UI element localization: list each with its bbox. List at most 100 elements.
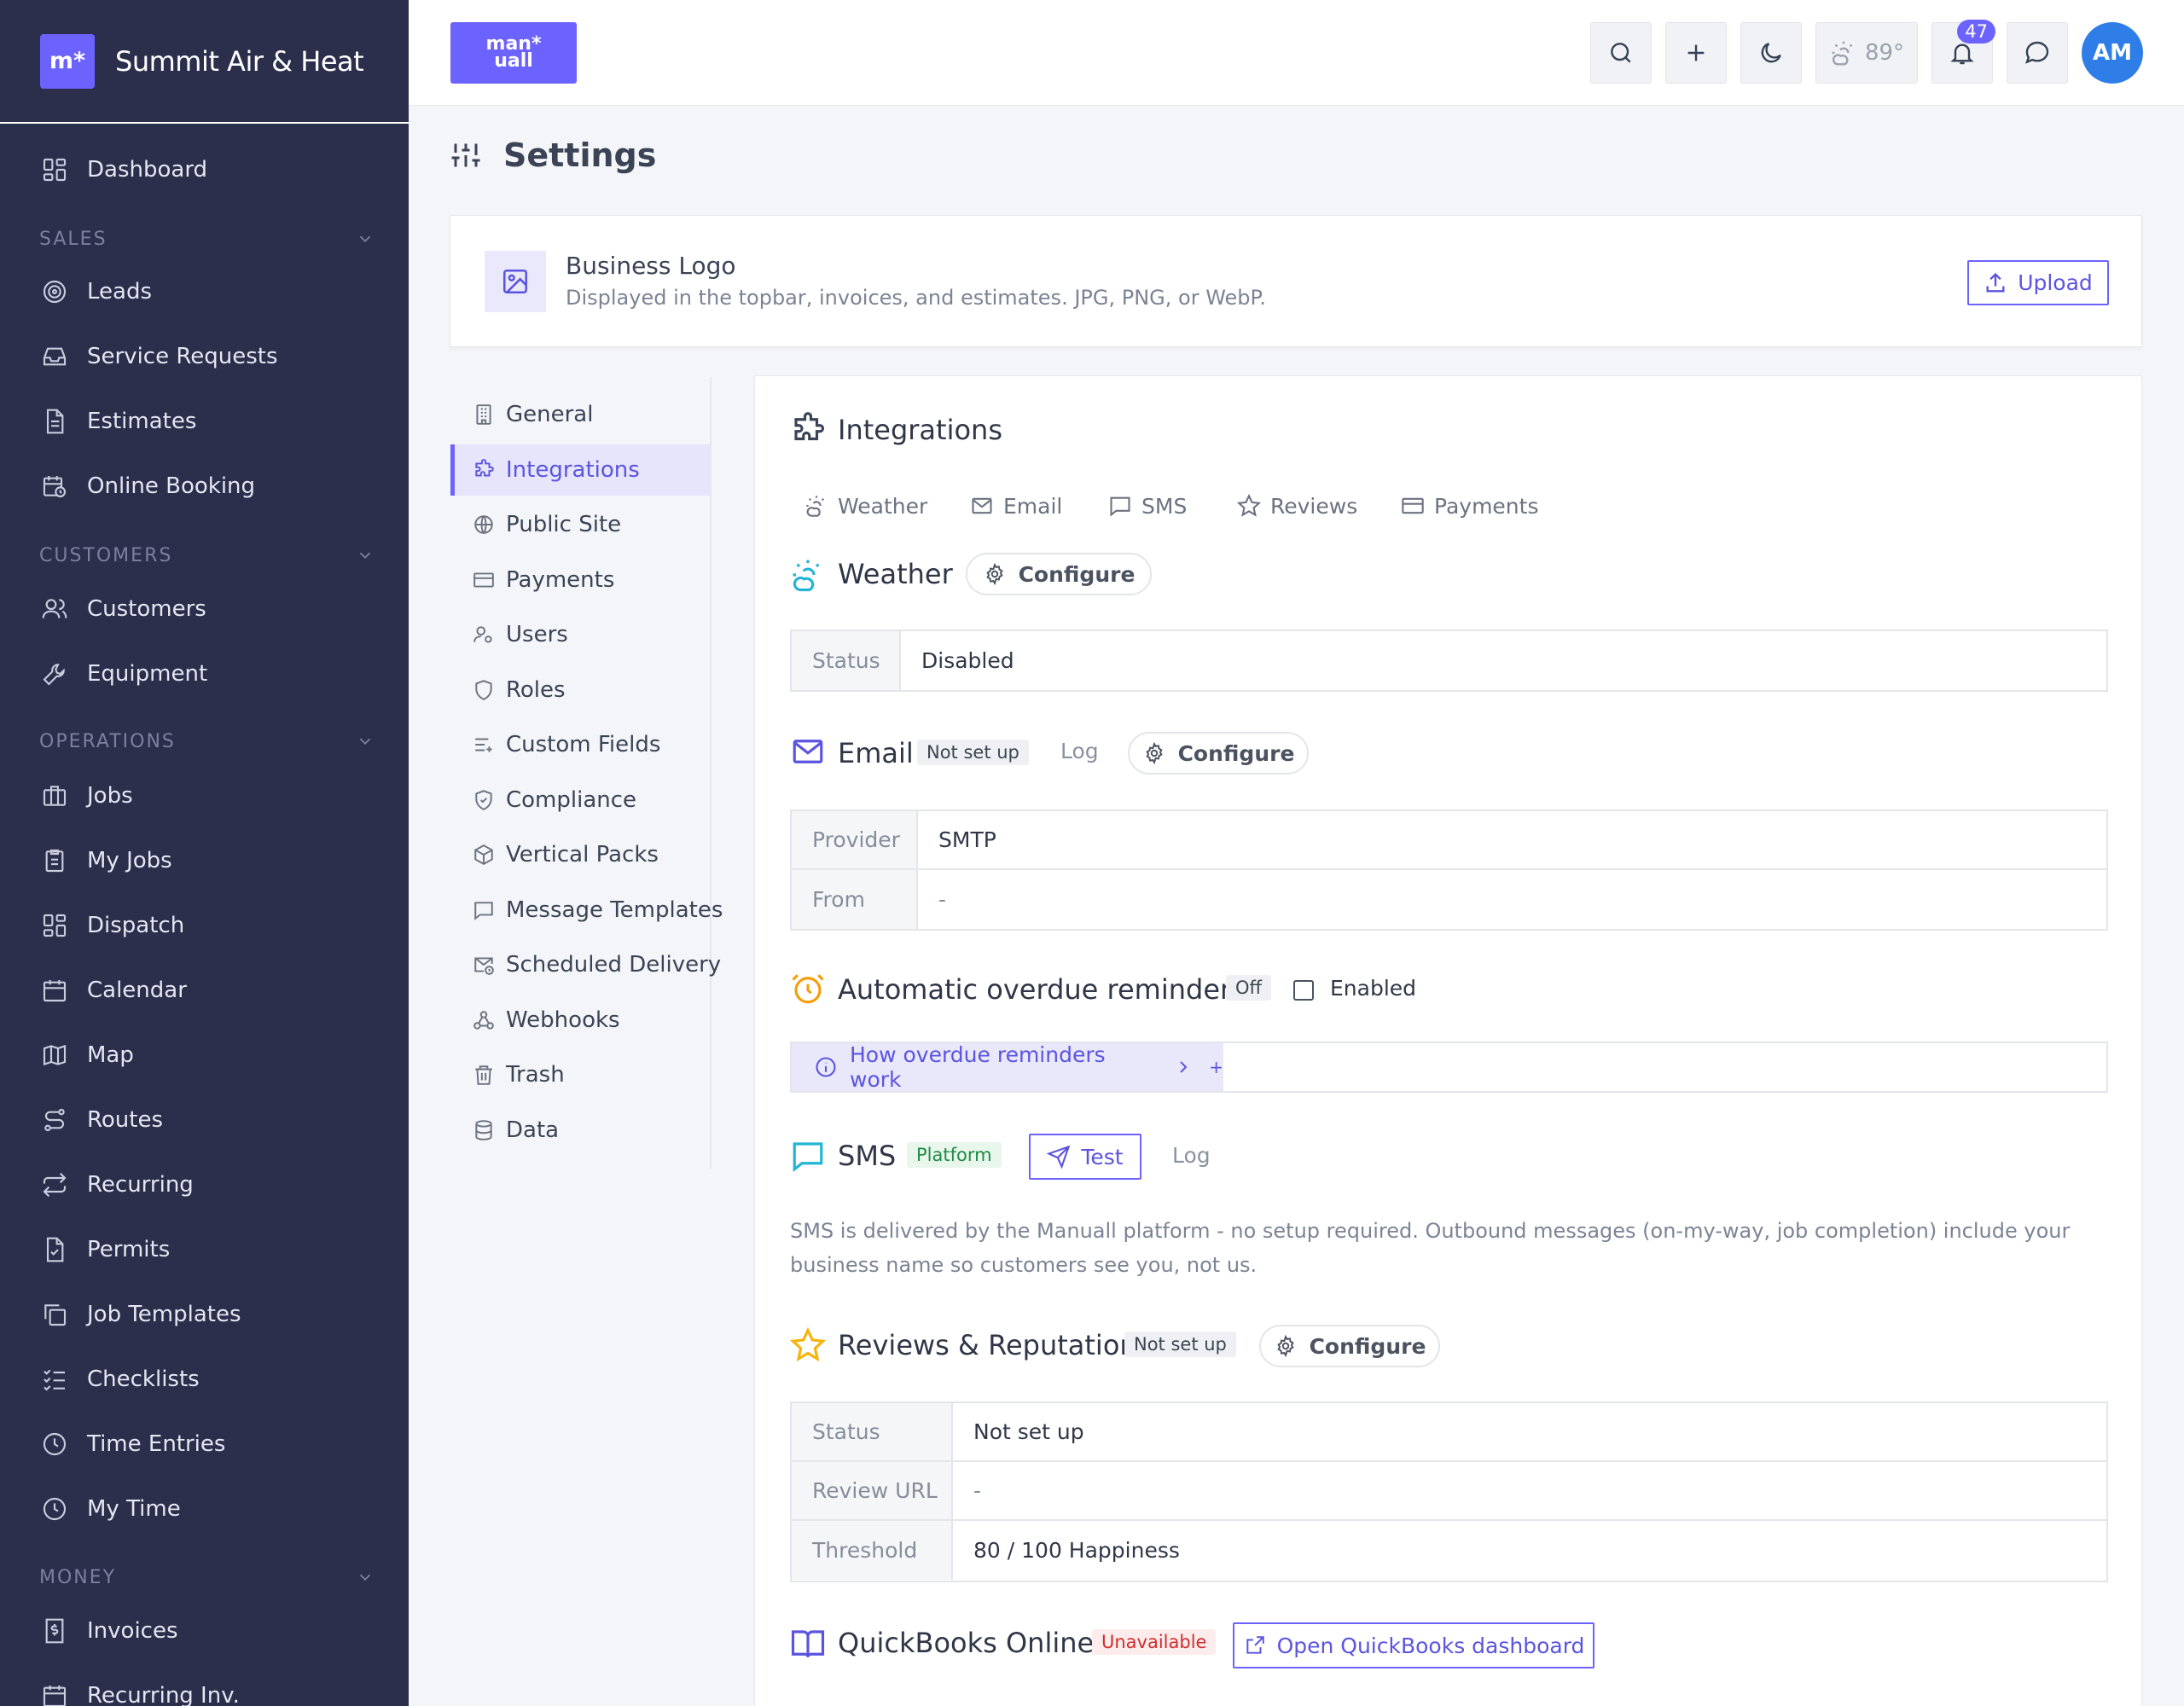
enabled-checkbox[interactable] <box>1293 980 1314 1001</box>
settings-nav-webhooks[interactable]: Webhooks <box>450 995 712 1046</box>
sidebar-item-job-templates[interactable]: Job Templates <box>0 1289 409 1340</box>
sidebar-item-leads[interactable]: Leads <box>0 266 409 317</box>
how-reminders-work-link[interactable]: How overdue reminders work + <box>792 1042 1223 1092</box>
sidebar-section-money[interactable]: MONEY <box>0 1560 409 1594</box>
provider-key: Provider <box>792 811 918 868</box>
settings-nav-users[interactable]: Users <box>450 609 712 660</box>
weather-button[interactable]: 89° <box>1815 22 1918 84</box>
sidebar-section-sales[interactable]: SALES <box>0 222 409 256</box>
tab-email[interactable]: Email <box>969 489 1062 523</box>
sms-test-button[interactable]: Test <box>1029 1134 1141 1180</box>
from-value: - <box>938 887 947 912</box>
sidebar: m* Summit Air & Heat Dashboard SALES Lea… <box>0 0 409 1706</box>
open-quickbooks-button[interactable]: Open QuickBooks dashboard <box>1233 1622 1594 1668</box>
sidebar-item-service-requests[interactable]: Service Requests <box>0 331 409 382</box>
settings-nav-data[interactable]: Data <box>450 1105 712 1156</box>
sidebar-item-routes[interactable]: Routes <box>0 1094 409 1146</box>
map-icon <box>39 1040 70 1071</box>
status-badge: Off <box>1226 975 1271 1001</box>
sidebar-item-permits[interactable]: Permits <box>0 1224 409 1275</box>
table-row: Status Not set up <box>792 1403 2106 1462</box>
user-cog-icon <box>472 623 496 647</box>
settings-nav-label: Data <box>506 1117 560 1143</box>
settings-nav-scheduled-delivery[interactable]: Scheduled Delivery <box>450 939 721 990</box>
sidebar-item-recurring[interactable]: Recurring <box>0 1159 409 1210</box>
search-button[interactable] <box>1590 22 1652 84</box>
reviews-title: Reviews & Reputation <box>838 1329 1137 1361</box>
weather-configure-button[interactable]: Configure <box>966 553 1152 595</box>
sidebar-item-recurring-invoices[interactable]: Recurring Inv. <box>0 1670 409 1706</box>
dark-mode-button[interactable] <box>1740 22 1802 84</box>
product-mark[interactable]: man* uall <box>450 22 577 84</box>
sidebar-item-my-time[interactable]: My Time <box>0 1483 409 1535</box>
upload-button[interactable]: Upload <box>1967 260 2109 305</box>
sidebar-item-label: My Time <box>87 1496 181 1522</box>
sidebar-item-label: Recurring Inv. <box>87 1683 240 1706</box>
email-title: Email <box>838 737 914 769</box>
email-log-link[interactable]: Log <box>1060 739 1099 763</box>
sidebar-item-my-jobs[interactable]: My Jobs <box>0 835 409 886</box>
table-row: Provider SMTP <box>792 811 2106 870</box>
sidebar-item-invoices[interactable]: Invoices <box>0 1605 409 1657</box>
sidebar-section-customers[interactable]: CUSTOMERS <box>0 538 409 572</box>
sidebar-item-calendar[interactable]: Calendar <box>0 965 409 1016</box>
puzzle-icon <box>472 458 496 482</box>
table-row: Status Disabled <box>792 631 2106 690</box>
reviews-configure-button[interactable]: Configure <box>1259 1325 1440 1367</box>
settings-nav-payments[interactable]: Payments <box>450 554 712 606</box>
avatar[interactable]: AM <box>2082 22 2143 84</box>
tab-sms[interactable]: SMS <box>1107 489 1187 523</box>
settings-nav-integrations[interactable]: Integrations <box>450 444 712 496</box>
settings-nav-roles[interactable]: Roles <box>450 664 712 716</box>
tab-weather[interactable]: Weather <box>804 489 927 523</box>
section-label: CUSTOMERS <box>39 544 173 566</box>
reminders-info-bar: How overdue reminders work + <box>790 1042 2108 1093</box>
settings-nav-label: Roles <box>506 677 566 703</box>
page-title: Settings <box>503 136 657 174</box>
settings-nav-compliance[interactable]: Compliance <box>450 775 712 826</box>
sidebar-item-time-entries[interactable]: Time Entries <box>0 1419 409 1470</box>
sidebar-item-map[interactable]: Map <box>0 1030 409 1081</box>
sms-log-link[interactable]: Log <box>1172 1143 1211 1168</box>
brand[interactable]: m* Summit Air & Heat <box>0 0 409 124</box>
sidebar-item-label: Calendar <box>87 978 187 1003</box>
sidebar-item-label: Map <box>87 1042 134 1068</box>
settings-nav-message-templates[interactable]: Message Templates <box>450 885 723 936</box>
sun-cloud-icon <box>790 557 826 593</box>
settings-nav-general[interactable]: General <box>450 389 712 440</box>
settings-nav-vertical-packs[interactable]: Vertical Packs <box>450 829 712 880</box>
sidebar-item-dispatch[interactable]: Dispatch <box>0 900 409 951</box>
notifications-button[interactable]: 47 <box>1931 20 1995 84</box>
sidebar-item-customers[interactable]: Customers <box>0 583 409 635</box>
book-icon <box>790 1626 826 1662</box>
gear-icon <box>1274 1334 1298 1358</box>
sidebar-item-online-booking[interactable]: Online Booking <box>0 461 409 512</box>
integrations-panel: Integrations Weather Email SMS Reviews P… <box>754 375 2142 1706</box>
email-configure-button[interactable]: Configure <box>1128 732 1309 775</box>
chevron-down-icon <box>356 546 375 565</box>
calendar-repeat-icon <box>39 1680 70 1706</box>
review-url-key: Review URL <box>792 1462 953 1519</box>
sidebar-item-estimates[interactable]: Estimates <box>0 396 409 447</box>
brand-name: Summit Air & Heat <box>115 44 364 78</box>
settings-nav-custom-fields[interactable]: Custom Fields <box>450 719 712 770</box>
sidebar-item-jobs[interactable]: Jobs <box>0 770 409 821</box>
messages-button[interactable] <box>2007 22 2068 84</box>
settings-nav-trash[interactable]: Trash <box>450 1049 712 1100</box>
sidebar-section-operations[interactable]: OPERATIONS <box>0 724 409 758</box>
star-icon <box>1236 493 1262 519</box>
tab-payments[interactable]: Payments <box>1400 489 1538 523</box>
status-badge: Unavailable <box>1092 1629 1217 1655</box>
sun-cloud-icon <box>1829 38 1858 67</box>
add-button[interactable] <box>1665 22 1727 84</box>
settings-nav-public-site[interactable]: Public Site <box>450 499 712 550</box>
weather-details-table: Status Disabled <box>790 630 2108 692</box>
sidebar-item-checklists[interactable]: Checklists <box>0 1354 409 1405</box>
tab-reviews[interactable]: Reviews <box>1236 489 1357 523</box>
enabled-checkbox-label[interactable]: Enabled <box>1330 976 1416 1001</box>
sidebar-item-dashboard[interactable]: Dashboard <box>0 144 409 195</box>
list-plus-icon <box>472 733 496 757</box>
sidebar-item-equipment[interactable]: Equipment <box>0 648 409 699</box>
gear-icon <box>983 562 1007 586</box>
section-label: OPERATIONS <box>39 730 176 752</box>
